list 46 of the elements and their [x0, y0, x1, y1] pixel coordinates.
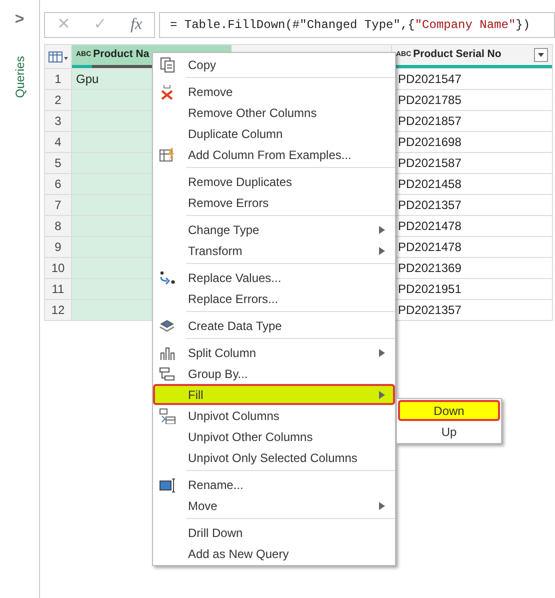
column-label: Product Na: [93, 47, 150, 62]
menu-item[interactable]: Fill: [153, 384, 395, 405]
submenu-item[interactable]: Down: [398, 400, 500, 421]
column-label: Product Serial No: [413, 47, 502, 62]
row-number: 12: [44, 300, 72, 320]
row-number: 5: [44, 152, 72, 174]
table-lightning-icon: [159, 147, 176, 163]
rename-icon: [159, 477, 176, 493]
menu-item[interactable]: Move: [153, 495, 395, 516]
row-number: 8: [44, 216, 72, 236]
menu-item[interactable]: Unpivot Only Selected Columns: [153, 447, 395, 468]
submenu-arrow-icon: [379, 246, 385, 254]
group-by-icon: [159, 366, 176, 382]
menu-item[interactable]: Unpivot Columns: [153, 405, 395, 426]
layers-icon: [159, 318, 176, 334]
split-column-icon: [159, 345, 176, 361]
submenu-arrow-icon: [379, 226, 385, 234]
row-number: 2: [44, 90, 72, 110]
submenu-arrow-icon: [379, 390, 385, 398]
row-number: 9: [44, 236, 72, 258]
copy-icon: [159, 57, 176, 73]
row-number: 6: [44, 174, 72, 194]
row-number: 7: [44, 194, 72, 216]
unpivot-icon: [159, 408, 176, 424]
row-number: 1: [44, 68, 72, 90]
row-number: 3: [44, 110, 72, 132]
menu-item[interactable]: Add as New Query: [153, 543, 395, 564]
submenu-item[interactable]: Up: [398, 421, 500, 442]
menu-item[interactable]: Drill Down: [153, 522, 395, 543]
queries-label[interactable]: Queries: [10, 56, 28, 98]
column-filter-icon[interactable]: [534, 48, 548, 62]
expand-button[interactable]: >: [14, 8, 24, 32]
formula-field[interactable]: = Table.FillDown(#"Changed Type",{"Company Name"}): [159, 12, 555, 38]
formula-text: = Table.FillDown(#"Changed Type",{"Company Name"}): [170, 17, 530, 34]
submenu-arrow-icon: [379, 502, 385, 510]
replace-values-icon: [159, 270, 176, 286]
menu-item[interactable]: Group By...: [153, 363, 395, 384]
table-menu-icon[interactable]: [47, 51, 69, 64]
menu-item[interactable]: Split Column: [153, 342, 395, 363]
row-number: 11: [44, 278, 72, 300]
menu-item[interactable]: Unpivot Other Columns: [153, 426, 395, 447]
submenu-arrow-icon: [379, 348, 385, 356]
menu-item[interactable]: Rename...: [153, 474, 395, 495]
row-number: 4: [44, 132, 72, 152]
row-number: 10: [44, 258, 72, 278]
fx-button[interactable]: fx: [130, 13, 142, 37]
